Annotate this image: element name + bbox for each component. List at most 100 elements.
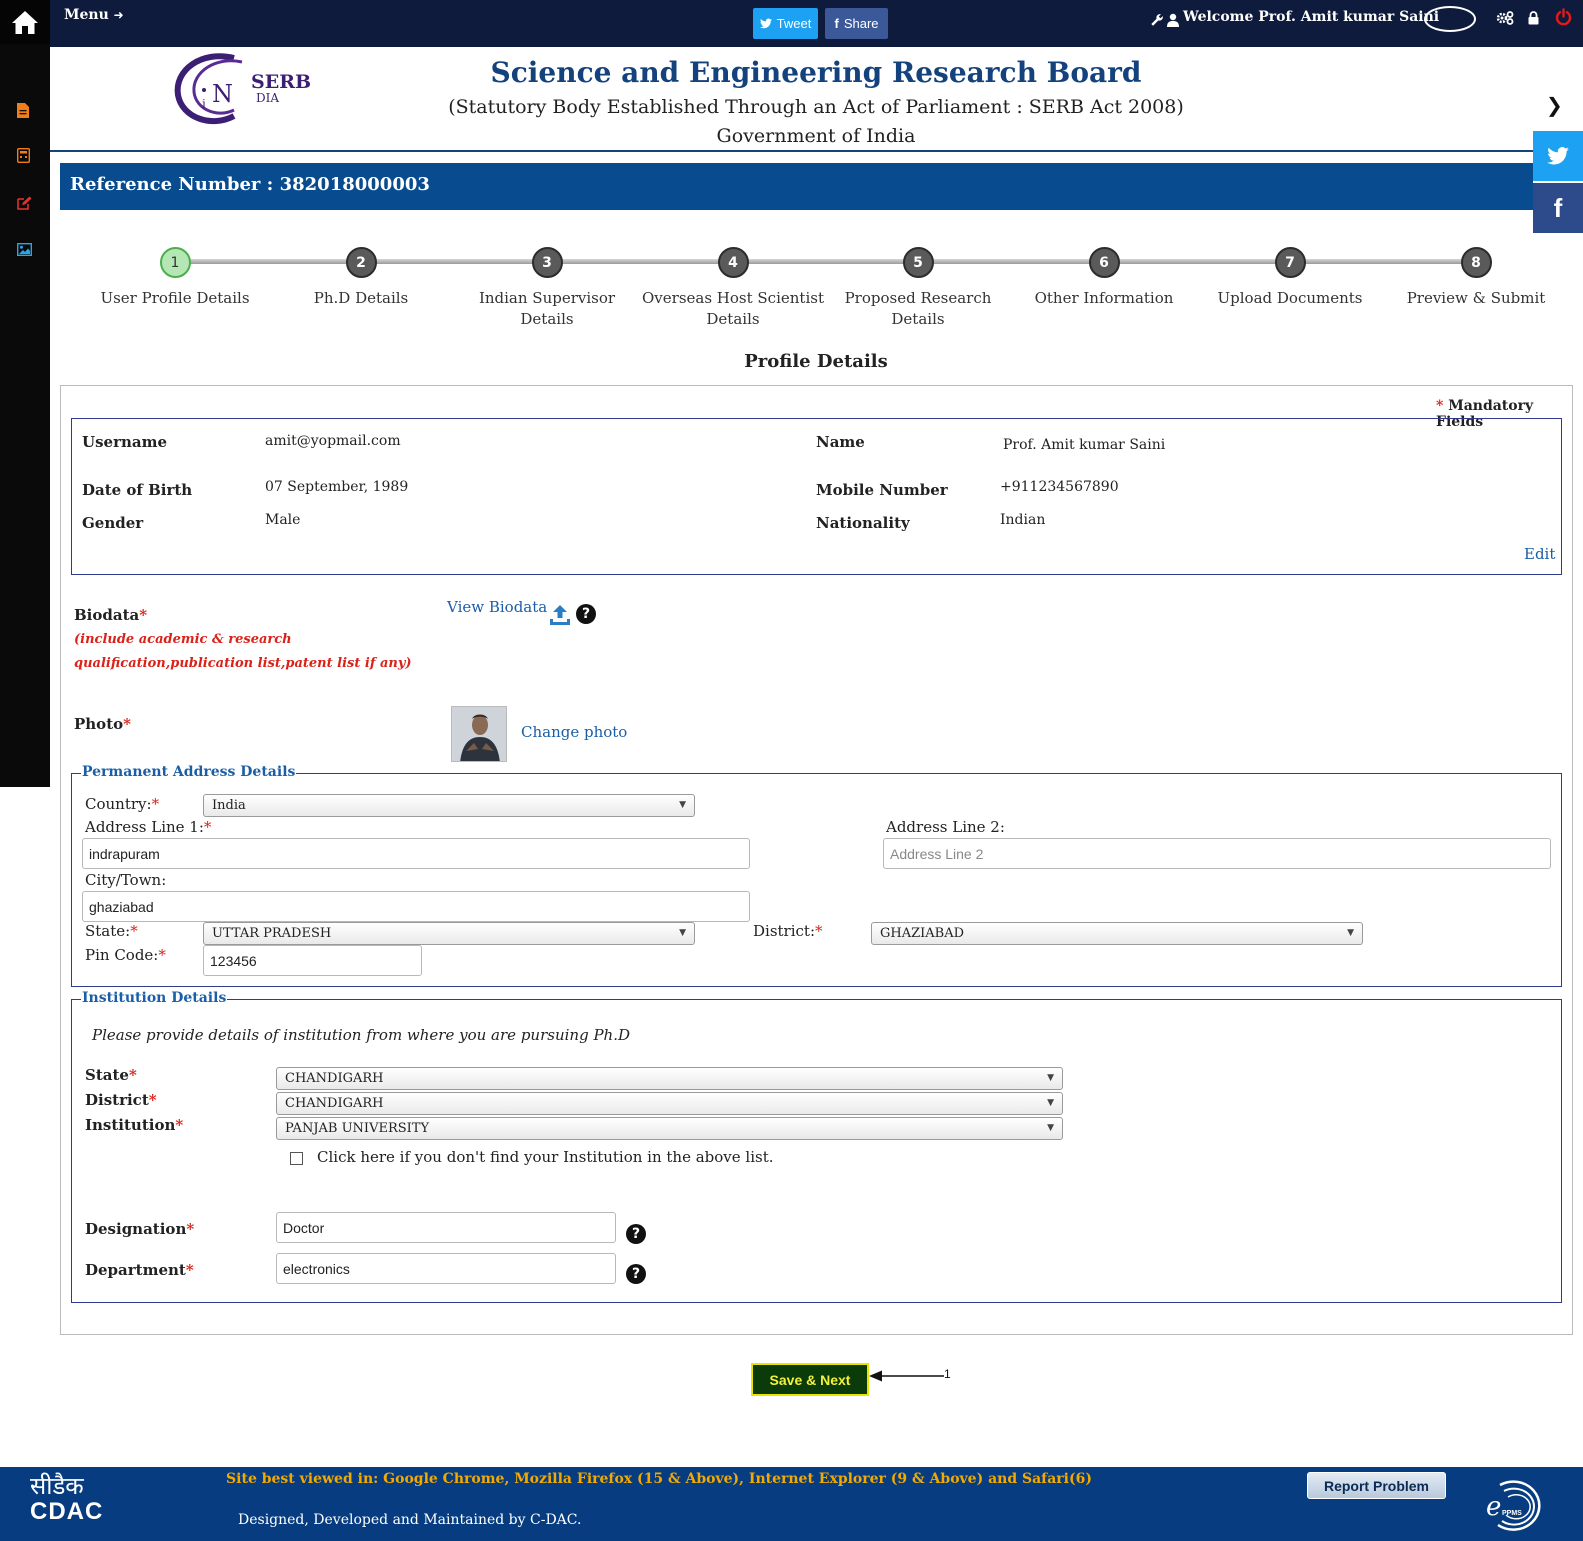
step-label: Proposed Research Details — [844, 289, 992, 328]
designed-by-text: Designed, Developed and Maintained by C-… — [238, 1512, 582, 1528]
gender-value: Male — [265, 512, 301, 528]
step-1[interactable]: 1 User Profile Details — [83, 247, 267, 309]
step-5[interactable]: 5 Proposed Research Details — [826, 247, 1010, 330]
change-photo-link[interactable]: Change photo — [521, 723, 627, 741]
step-number-badge: 2 — [345, 247, 377, 278]
tweet-label: Tweet — [776, 16, 812, 31]
page-title: Profile Details — [744, 351, 888, 372]
reference-number: Reference Number : 382018000003 — [70, 174, 430, 195]
facebook-side-button[interactable]: f — [1533, 183, 1583, 233]
department-input[interactable]: electronics — [276, 1253, 616, 1284]
address1-label: Address Line 1:* — [85, 818, 212, 836]
view-biodata-link[interactable]: View Biodata — [447, 598, 547, 616]
district-value: GHAZIABAD — [880, 926, 965, 941]
permanent-address-legend: Permanent Address Details — [81, 764, 297, 780]
chevron-right-icon[interactable]: ❯ — [1546, 93, 1563, 117]
name-label: Name — [816, 433, 865, 451]
address2-input[interactable]: Address Line 2 — [883, 838, 1551, 869]
step-8[interactable]: 8 Preview & Submit — [1384, 247, 1568, 309]
board-title: Science and Engineering Research Board — [490, 56, 1142, 89]
step-number-badge: 3 — [531, 247, 563, 278]
lock-icon[interactable] — [1528, 10, 1539, 29]
wrench-icon[interactable] — [1150, 12, 1164, 31]
institution-note: Please provide details of institution fr… — [92, 1026, 630, 1044]
government-label: Government of India — [716, 125, 916, 147]
edit-profile-link[interactable]: Edit — [1524, 545, 1555, 563]
institution-label-text: Institution — [85, 1116, 176, 1134]
inst-district-select[interactable]: CHANDIGARH ▼ — [276, 1092, 1063, 1115]
chevron-down-icon: ▼ — [1347, 928, 1354, 938]
step-label: Preview & Submit — [1406, 289, 1546, 307]
menu-toggle[interactable]: Menu ➜ — [64, 7, 124, 23]
step-7[interactable]: 7 Upload Documents — [1198, 247, 1382, 309]
report-problem-button[interactable]: Report Problem — [1307, 1472, 1446, 1499]
facebook-icon: f — [834, 16, 839, 31]
department-label-text: Department — [85, 1261, 186, 1279]
dob-label: Date of Birth — [82, 481, 193, 499]
biodata-label-text: Biodata — [74, 606, 140, 624]
edit-icon[interactable] — [17, 195, 33, 211]
image-icon[interactable] — [16, 241, 33, 257]
share-label: Share — [843, 16, 879, 31]
step-label: Overseas Host Scientist Details — [642, 289, 824, 328]
inst-district-value: CHANDIGARH — [285, 1096, 384, 1111]
save-next-button[interactable]: Save & Next — [751, 1363, 869, 1396]
eppms-logo: e PPMS — [1480, 1475, 1550, 1535]
step-4[interactable]: 4 Overseas Host Scientist Details — [641, 247, 825, 330]
step-number-badge: 4 — [717, 247, 749, 278]
tweet-button[interactable]: Tweet — [753, 8, 818, 39]
state-label-text: State: — [85, 922, 131, 940]
photo-label: Photo* — [74, 715, 131, 733]
step-number-badge: 8 — [1460, 247, 1492, 278]
menu-label: Menu — [64, 7, 109, 23]
gender-label: Gender — [82, 514, 144, 532]
upload-icon[interactable] — [549, 604, 571, 630]
nationality-label: Nationality — [816, 514, 910, 532]
settings-icon[interactable] — [1496, 10, 1514, 30]
reference-number-bar: Reference Number : 382018000003 — [60, 163, 1533, 210]
institution-select[interactable]: PANJAB UNIVERSITY ▼ — [276, 1117, 1063, 1140]
sign-in-icon: ➜ — [113, 8, 124, 22]
home-button[interactable] — [0, 0, 50, 44]
chevron-down-icon: ▼ — [1047, 1123, 1054, 1133]
twitter-side-button[interactable] — [1533, 131, 1583, 181]
country-select[interactable]: India ▼ — [203, 794, 695, 817]
district-select[interactable]: GHAZIABAD ▼ — [871, 922, 1363, 945]
designation-label-text: Designation — [85, 1220, 187, 1238]
twitter-icon — [1547, 147, 1569, 165]
annotation-number: 1 — [944, 1367, 951, 1381]
calculator-icon[interactable] — [16, 147, 33, 164]
department-help-icon[interactable]: ? — [626, 1264, 646, 1284]
chevron-down-icon: ▼ — [679, 928, 686, 938]
designation-input[interactable]: Doctor — [276, 1212, 616, 1243]
biodata-label: Biodata* — [74, 606, 148, 624]
pin-label: Pin Code:* — [85, 946, 166, 964]
pin-label-text: Pin Code: — [85, 946, 159, 964]
biodata-help-icon[interactable]: ? — [576, 604, 596, 624]
designation-help-icon[interactable]: ? — [626, 1224, 646, 1244]
share-button[interactable]: f Share — [825, 8, 888, 39]
step-3[interactable]: 3 Indian Supervisor Details — [455, 247, 639, 330]
address1-input[interactable]: indrapuram — [82, 838, 750, 869]
pin-input[interactable]: 123456 — [203, 945, 422, 976]
step-label: Upload Documents — [1217, 289, 1363, 307]
svg-text:PPMS: PPMS — [1502, 1510, 1522, 1517]
step-2[interactable]: 2 Ph.D Details — [269, 247, 453, 309]
state-select[interactable]: UTTAR PRADESH ▼ — [203, 922, 695, 945]
district-label-text: District: — [753, 922, 815, 940]
country-label-text: Country: — [85, 795, 152, 813]
step-number-badge: 7 — [1274, 247, 1306, 278]
username-value: amit@yopmail.com — [265, 433, 401, 449]
city-input[interactable]: ghaziabad — [82, 891, 750, 922]
step-6[interactable]: 6 Other Information — [1012, 247, 1196, 309]
facebook-icon: f — [1553, 192, 1563, 223]
country-label: Country:* — [85, 795, 160, 813]
power-icon[interactable] — [1555, 8, 1572, 30]
inst-state-value: CHANDIGARH — [285, 1071, 384, 1086]
inst-state-select[interactable]: CHANDIGARH ▼ — [276, 1067, 1063, 1090]
state-value: UTTAR PRADESH — [212, 926, 332, 941]
status-oval[interactable] — [1424, 6, 1476, 32]
browser-support-note: Site best viewed in: Google Chrome, Mozi… — [226, 1471, 1092, 1487]
institution-not-found-label[interactable]: Click here if you don't find your Instit… — [317, 1148, 774, 1166]
institution-not-found-checkbox[interactable] — [290, 1152, 303, 1165]
